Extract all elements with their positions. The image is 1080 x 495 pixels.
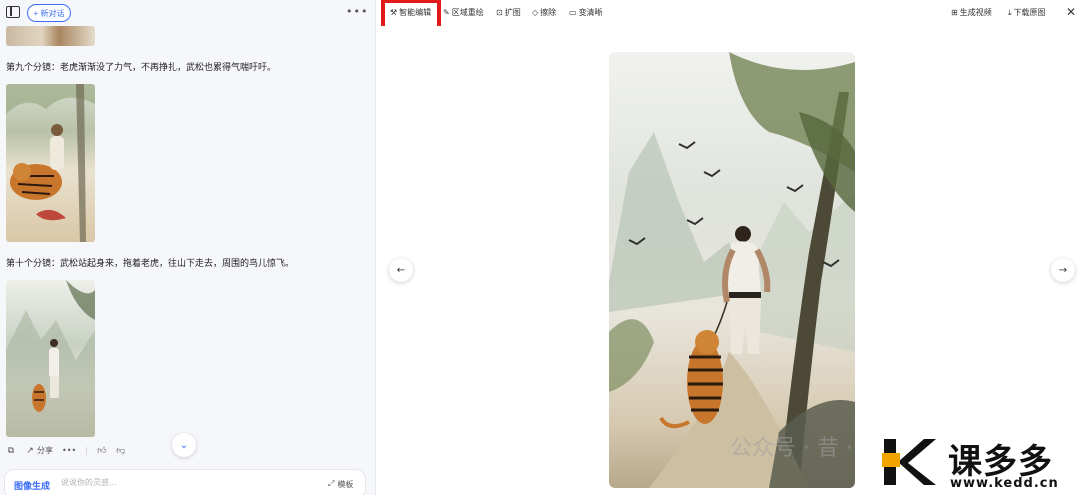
hd-icon: ▭ [569, 8, 577, 17]
message-actions: ⧉ ↗ 分享 ••• | 👍︎ 👎︎ [6, 445, 126, 456]
erase-button[interactable]: ◇ 擦除 [532, 7, 556, 18]
close-icon[interactable]: ✕ [1066, 5, 1076, 19]
region-redraw-button[interactable]: ✎ 区域重绘 [443, 7, 484, 18]
erase-label: 擦除 [540, 8, 557, 17]
eraser-icon: ◇ [532, 8, 539, 17]
template-button[interactable]: ⤢ 模板 [328, 479, 353, 490]
scroll-to-bottom-button[interactable]: ⌄ [172, 433, 196, 457]
expand-image-button[interactable]: ⊡ 扩图 [496, 7, 521, 18]
image-editor-toolbar: ⚒ 智能编辑 ✎ 区域重绘 ⊡ 扩图 ◇ 擦除 ▭ 变清晰 ⊞ 生成视频 ⤓ 下… [377, 0, 1080, 26]
share-icon: ↗ [26, 445, 34, 456]
arrow-left-icon: ← [396, 264, 406, 276]
divider: | [85, 446, 88, 455]
download-original-button[interactable]: ⤓ 下载原图 [1008, 7, 1046, 18]
chat-header: + 新对话 ••• [0, 0, 375, 26]
generate-video-button[interactable]: ⊞ 生成视频 [951, 7, 992, 18]
storyboard-caption-9: 第九个分镜：老虎渐渐没了力气，不再挣扎，武松也累得气喘吁吁。 [6, 63, 277, 73]
chevron-down-icon: ⌄ [179, 439, 189, 451]
template-label: 模板 [337, 480, 354, 489]
thumbs-down-icon[interactable]: 👎︎ [116, 446, 126, 456]
sidebar-toggle-icon[interactable] [6, 6, 20, 18]
storyboard-caption-10: 第十个分镜：武松站起身来，拖着老虎，往山下走去，周围的鸟儿惊飞。 [6, 259, 295, 269]
download-original-label: 下载原图 [1013, 8, 1046, 17]
next-image-button[interactable]: → [1051, 258, 1075, 282]
upscale-label: 变清晰 [578, 8, 603, 17]
region-redraw-label: 区域重绘 [451, 8, 484, 17]
image-generation-mode-tag[interactable]: 图像生成 [14, 479, 50, 492]
wusong-tiger-illustration [609, 52, 855, 488]
upscale-button[interactable]: ▭ 变清晰 [569, 7, 603, 18]
walking-tiger-illustration [6, 280, 95, 437]
expand-icon: ⊡ [496, 8, 503, 17]
tiger-fight-illustration [6, 84, 95, 242]
expand-label: 扩图 [504, 8, 521, 17]
video-icon: ⊞ [951, 8, 958, 17]
previous-storyboard-image[interactable] [6, 26, 95, 46]
brush-icon: ✎ [443, 8, 450, 17]
prompt-composer: 图像生成 ⤢ 模板 [4, 469, 366, 495]
share-label: 分享 [37, 446, 53, 455]
share-button[interactable]: ↗ 分享 [25, 445, 53, 456]
new-chat-button[interactable]: + 新对话 [27, 4, 71, 22]
main-preview-image[interactable] [609, 52, 855, 488]
watermark-text: 公众号 · 昔 · [730, 436, 853, 461]
previous-image-button[interactable]: ← [389, 258, 413, 282]
more-actions-icon[interactable]: ••• [62, 446, 76, 455]
chat-panel: + 新对话 ••• 第九个分镜：老虎渐渐没了力气，不再挣扎，武松也累得气喘吁吁。… [0, 0, 376, 495]
brand-url: www.kedd.cn [950, 476, 1059, 491]
more-icon[interactable]: ••• [346, 5, 368, 18]
kedd-logo-icon [882, 439, 936, 485]
thumbs-up-icon[interactable]: 👍︎ [97, 446, 107, 456]
copy-icon[interactable]: ⧉ [6, 446, 16, 456]
storyboard-image-9[interactable] [6, 84, 95, 242]
storyboard-image-10[interactable] [6, 280, 95, 437]
wechat-watermark: 公众号 · 昔 · [730, 430, 853, 462]
download-icon: ⤓ [1008, 7, 1012, 17]
generate-video-label: 生成视频 [959, 8, 992, 17]
template-icon: ⤢ [328, 479, 335, 488]
arrow-right-icon: → [1058, 264, 1068, 276]
prompt-input[interactable] [61, 478, 261, 487]
